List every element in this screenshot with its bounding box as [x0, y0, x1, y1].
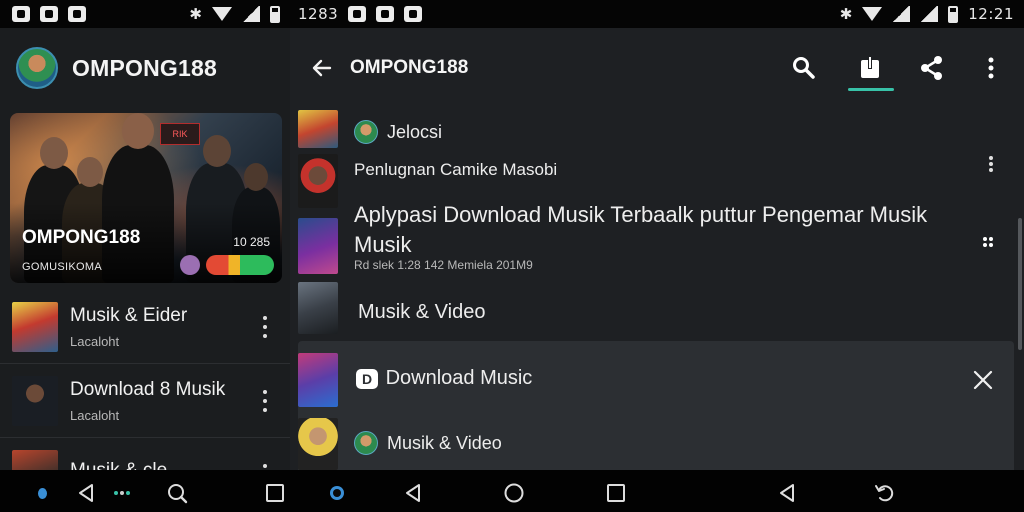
item-thumbnail	[298, 154, 338, 208]
more-options-icon[interactable]	[982, 156, 1000, 172]
close-icon[interactable]	[972, 369, 994, 391]
video-list: Musik & Eider Lacaloht Download 8 Musik …	[0, 290, 290, 470]
avatar[interactable]	[16, 47, 58, 89]
signal-icon	[892, 6, 911, 22]
channel-header: OMPONG188	[0, 28, 290, 108]
back-arrow-icon[interactable]	[310, 56, 334, 80]
library-icon[interactable]	[856, 54, 884, 82]
list-item[interactable]: Musik & Video	[354, 431, 502, 455]
item-subtitle: Lacaloht	[70, 407, 120, 423]
badge-icon[interactable]	[180, 255, 200, 275]
item-title: Musik & Video	[358, 301, 486, 323]
app-icon	[68, 6, 86, 22]
wifi-icon	[862, 7, 883, 21]
item-thumbnail	[12, 375, 58, 426]
item-title: Musik & Video	[387, 432, 502, 453]
hero-count: 10 285	[233, 235, 270, 249]
share-icon[interactable]	[918, 54, 946, 82]
download-logo-icon: D	[356, 368, 378, 389]
signal-icon	[920, 6, 939, 22]
grid-icon[interactable]	[980, 234, 996, 250]
hero-title: OMPONG188	[22, 227, 141, 248]
hero-badges	[180, 255, 274, 275]
list-item[interactable]: Download 8 Musik Lacaloht	[0, 364, 290, 438]
assistant-icon[interactable]	[326, 482, 348, 504]
more-options-icon[interactable]	[256, 389, 274, 412]
hero-banner[interactable]: RIK OMPONG188 GOMUSIKOMA 10 285	[10, 113, 282, 283]
item-title: Musik & Eider	[70, 304, 188, 326]
more-options-icon[interactable]	[256, 315, 274, 338]
back-nav-icon[interactable]	[402, 482, 424, 504]
more-options-icon[interactable]	[977, 54, 1005, 82]
avatar	[354, 120, 378, 144]
battery-icon	[270, 5, 280, 23]
list-item[interactable]: Musik & Video	[290, 282, 1024, 338]
wifi-icon	[212, 7, 232, 21]
status-bar-left: ✱	[0, 0, 290, 28]
left-panel: OMPONG188 RIK OMPONG188 GOMUSIKOMA 10 28…	[0, 28, 290, 470]
assistant-dot-icon	[38, 488, 47, 499]
download-card: D Download Music Musik & Video	[298, 341, 1014, 470]
signal-icon	[242, 6, 260, 22]
item-title: Penlugnan Camike Masobi	[354, 160, 558, 179]
item-thumbnail	[12, 449, 58, 470]
list-item[interactable]: Aplypasi Download Musik Terbaalk puttur …	[290, 202, 1024, 276]
home-nav-icon[interactable]	[503, 482, 525, 504]
recents-nav-icon[interactable]	[605, 482, 627, 504]
list-item[interactable]: Musik & cle	[0, 438, 290, 470]
item-title: Musik & cle	[70, 460, 167, 470]
navigation-bar	[0, 470, 1024, 512]
back-nav-icon[interactable]	[75, 482, 97, 504]
status-bar-right: 1283 ✱ 12:21	[290, 0, 1024, 28]
item-title-continued: Musik	[354, 232, 412, 257]
app-bar: OMPONG188	[290, 28, 1024, 108]
page-title: OMPONG188	[350, 57, 469, 78]
back-nav-icon[interactable]	[776, 482, 798, 504]
item-thumbnail	[298, 418, 338, 470]
gallery-icon	[376, 6, 395, 22]
status-clock: 12:21	[968, 5, 1014, 23]
search-nav-icon[interactable]	[166, 482, 188, 504]
hero-sign: RIK	[160, 123, 200, 145]
rotate-icon[interactable]	[874, 482, 896, 504]
search-icon[interactable]	[790, 54, 818, 82]
battery-icon	[948, 5, 959, 23]
item-thumbnail	[298, 218, 338, 274]
right-panel: OMPONG188 Jelocsi Penlugnan Camike Masob…	[290, 28, 1024, 470]
list-item[interactable]: Musik & Eider Lacaloht	[0, 290, 290, 364]
status-time: 1283	[298, 5, 339, 23]
item-thumbnail	[12, 301, 58, 352]
notification-icon	[348, 6, 367, 22]
hero-subtitle: GOMUSIKOMA	[22, 261, 103, 273]
item-title: Jelocsi	[387, 121, 443, 142]
bluetooth-icon: ✱	[189, 6, 202, 23]
active-tab-indicator	[848, 88, 894, 91]
item-subtitle: Lacaloht	[70, 333, 120, 349]
item-meta: Rd slek 1:28 142 Memiela 201M9	[354, 258, 533, 272]
item-thumbnail	[298, 353, 338, 407]
item-title: Download 8 Musik	[70, 378, 226, 400]
item-thumbnail	[298, 282, 338, 334]
card-title: Download Music	[385, 367, 533, 390]
avatar	[354, 431, 378, 455]
list-item[interactable]: Jelocsi	[290, 108, 1024, 150]
app-switch-icon[interactable]	[110, 482, 134, 504]
item-thumbnail	[298, 110, 338, 148]
scrollbar[interactable]	[1018, 218, 1022, 350]
gallery-icon	[40, 6, 58, 22]
recents-nav-icon[interactable]	[264, 482, 286, 504]
channel-title: OMPONG188	[72, 54, 217, 81]
item-title: Aplypasi Download Musik Terbaalk puttur …	[354, 202, 928, 227]
rating-badge[interactable]	[206, 255, 274, 275]
bluetooth-icon: ✱	[839, 6, 853, 23]
notification-icon	[12, 6, 30, 22]
app-icon	[404, 6, 423, 22]
